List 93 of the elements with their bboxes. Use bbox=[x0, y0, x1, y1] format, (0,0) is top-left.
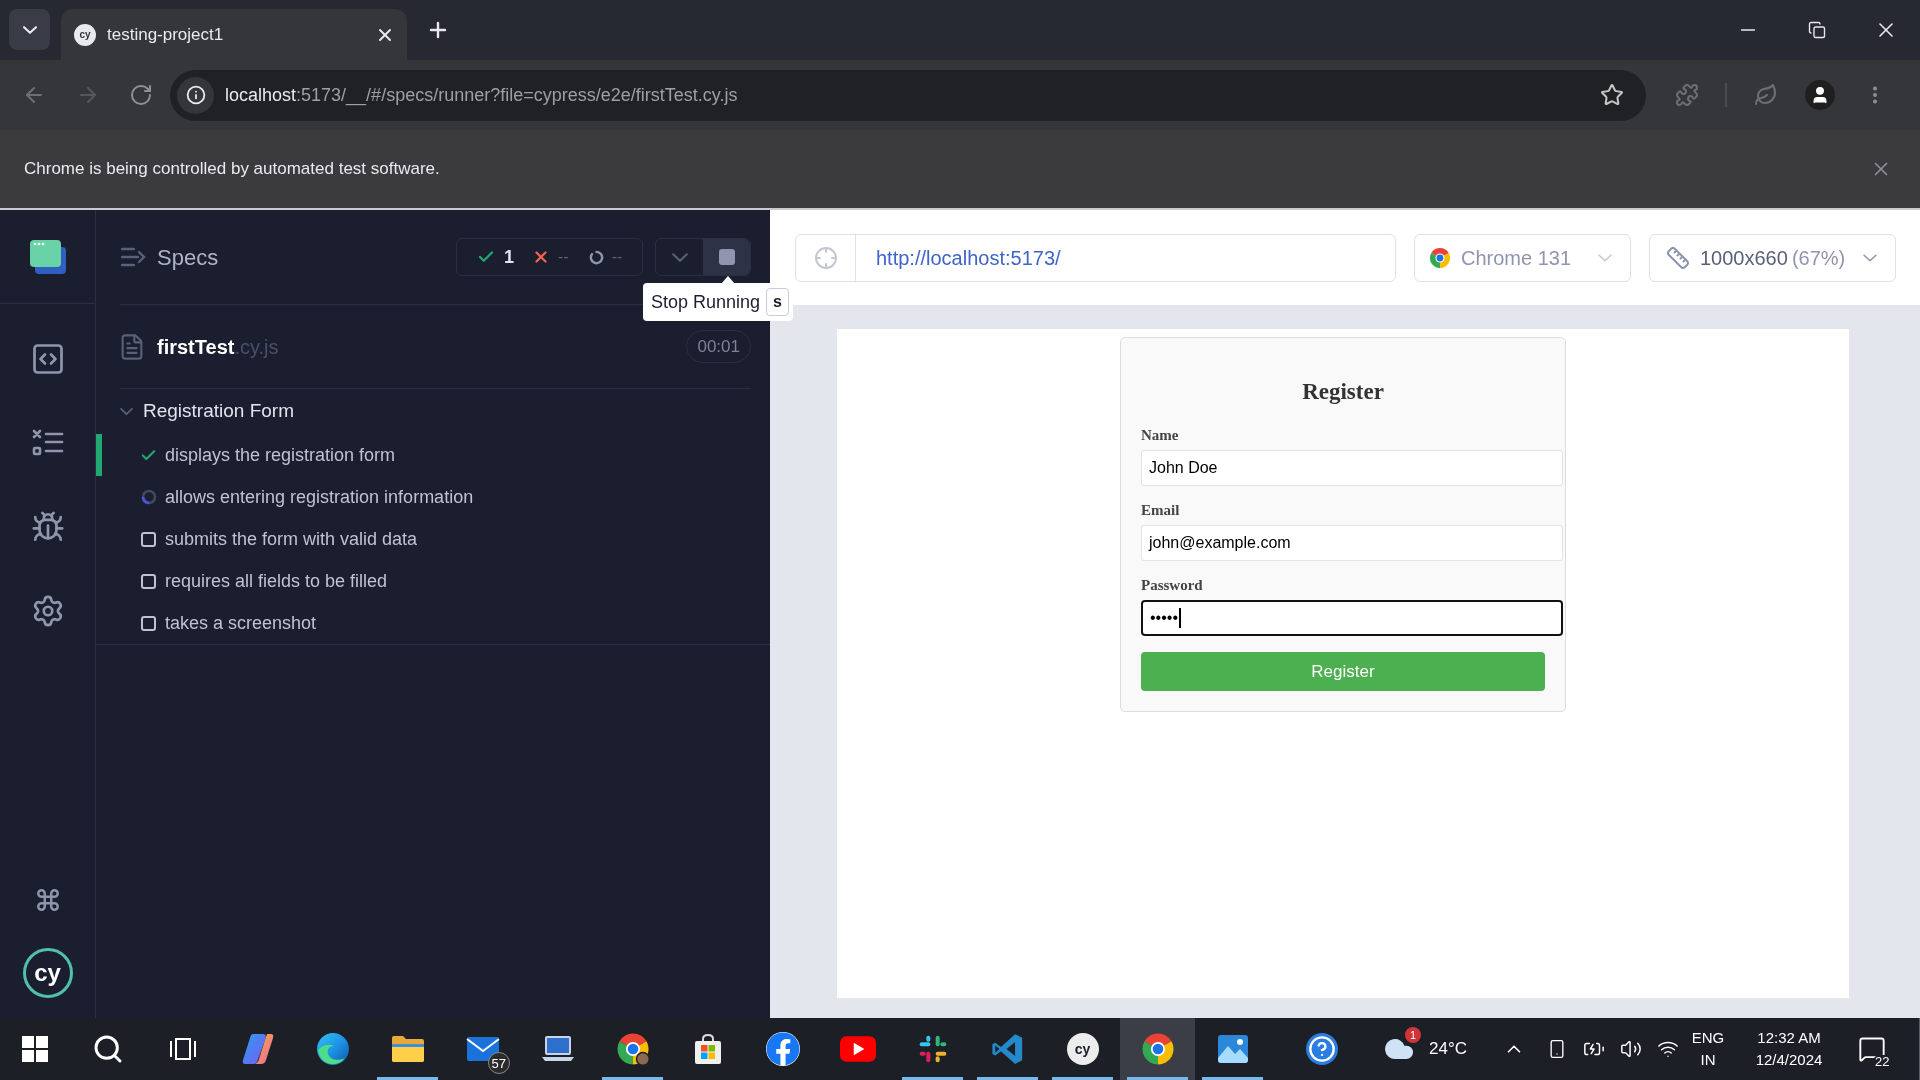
ring-icon bbox=[588, 249, 604, 265]
task-view-icon bbox=[168, 1036, 197, 1062]
input-value: John Doe bbox=[1149, 458, 1218, 478]
address-bar[interactable]: localhost:5173/__/#/specs/runner?file=cypress/e2e/firstTest.cy.js bbox=[170, 69, 1646, 121]
edge-icon bbox=[315, 1032, 350, 1066]
logo-badge[interactable]: cy bbox=[22, 948, 73, 998]
ruler-icon bbox=[1666, 245, 1690, 270]
profile-avatar-icon[interactable] bbox=[1805, 80, 1835, 110]
logo-badge: cy bbox=[1066, 1033, 1099, 1065]
empty-square-icon bbox=[141, 615, 156, 631]
form-title: Register bbox=[1301, 378, 1385, 406]
field-label: Password bbox=[1141, 576, 1204, 594]
clock-date: 12/4/2024 bbox=[1755, 1050, 1823, 1070]
browser-name: Chrome 131 bbox=[1461, 245, 1572, 271]
bookmark-star-icon[interactable] bbox=[1600, 83, 1624, 107]
help-icon[interactable] bbox=[1306, 1033, 1338, 1065]
taskbar-button[interactable]: 57 bbox=[445, 1018, 520, 1080]
url-text: http://localhost:5173/ bbox=[876, 245, 1061, 271]
list-arrow-icon bbox=[120, 246, 146, 268]
windows-logo-icon bbox=[22, 1036, 48, 1062]
text-cursor-icon bbox=[1179, 608, 1181, 628]
tooltip-text: Stop Running bbox=[651, 290, 761, 314]
laptop-icon bbox=[540, 1035, 575, 1063]
url-field[interactable]: http://localhost:5173/ bbox=[795, 233, 1396, 282]
temperature-text: 24°C bbox=[1429, 1038, 1467, 1061]
facebook-icon bbox=[765, 1032, 800, 1066]
stop-button[interactable] bbox=[703, 239, 750, 275]
text-input[interactable]: ••••• bbox=[1141, 600, 1563, 636]
input-value: john@example.com bbox=[1149, 533, 1291, 553]
spinner-icon bbox=[140, 489, 157, 505]
restore-icon[interactable] bbox=[1807, 21, 1826, 39]
field-label: Name bbox=[1141, 426, 1180, 444]
test-title[interactable]: requires all fields to be filled bbox=[165, 567, 388, 595]
shortcut-key: s bbox=[766, 288, 789, 316]
folder-icon bbox=[390, 1035, 425, 1063]
reload-icon[interactable] bbox=[129, 83, 153, 107]
clock[interactable]: 12:32 AM 12/4/2024 bbox=[1730, 1018, 1848, 1080]
test-title[interactable]: takes a screenshot bbox=[165, 609, 317, 637]
taskbar-button[interactable] bbox=[1120, 1018, 1195, 1080]
site-info-icon[interactable] bbox=[177, 76, 214, 114]
taskbar-button[interactable]: cy bbox=[1045, 1018, 1120, 1080]
failed-count: -- bbox=[558, 247, 569, 267]
viewport-select[interactable]: 1000x660 (67%) bbox=[1649, 233, 1896, 282]
count-badge: 57 bbox=[487, 1052, 510, 1074]
cross-icon bbox=[532, 248, 550, 266]
text-input[interactable]: john@example.com bbox=[1141, 525, 1563, 561]
photo-gallery-icon bbox=[1216, 1034, 1249, 1064]
chrome-icon bbox=[1429, 246, 1451, 269]
language-region: IN bbox=[1700, 1050, 1716, 1070]
clock-time: 12:32 AM bbox=[1757, 1028, 1821, 1048]
bug-icon[interactable] bbox=[30, 510, 65, 544]
chevron-down-icon[interactable] bbox=[120, 408, 133, 415]
command-key-icon[interactable] bbox=[34, 887, 61, 913]
chrome-icon bbox=[615, 1032, 650, 1066]
checklist-icon[interactable] bbox=[30, 428, 65, 458]
tab-list-button[interactable] bbox=[9, 9, 50, 50]
text-input[interactable]: John Doe bbox=[1141, 450, 1563, 486]
volume-icon[interactable] bbox=[1619, 1038, 1642, 1060]
language-code: ENG bbox=[1691, 1028, 1725, 1048]
chrome-icon bbox=[1140, 1032, 1175, 1066]
test-title[interactable]: displays the registration form bbox=[165, 441, 396, 469]
url-text: localhost:5173/__/#/specs/runner?file=cypress/e2e/firstTest.cy.js bbox=[225, 83, 738, 108]
chevron-down-icon bbox=[1863, 253, 1877, 262]
chevron-down-icon bbox=[22, 25, 37, 34]
spec-file-name: firstTest.cy.js bbox=[157, 334, 279, 360]
pending-count: -- bbox=[611, 247, 623, 267]
infobar-message: Chrome is being controlled by automated test software. bbox=[24, 158, 440, 181]
panel-title: Specs bbox=[157, 243, 219, 272]
empty-square-icon bbox=[141, 573, 156, 589]
viewport-size: 1000x660 bbox=[1700, 245, 1788, 271]
window-logo-icon[interactable] bbox=[29, 239, 66, 274]
vscode-icon bbox=[990, 1032, 1025, 1066]
weather-badge: 1 bbox=[1405, 1027, 1421, 1043]
logo-badge: cy bbox=[74, 23, 96, 46]
empty-square-icon bbox=[141, 531, 156, 547]
colorful-stripes-icon bbox=[240, 1033, 275, 1065]
viewport-scale: (67%) bbox=[1791, 245, 1846, 271]
field-label: Email bbox=[1141, 501, 1181, 519]
browser-tab[interactable]: cy testing-project1 bbox=[61, 9, 407, 60]
test-title[interactable]: allows entering registration information bbox=[165, 483, 474, 511]
language-indicator[interactable]: ENG IN bbox=[1686, 1018, 1730, 1080]
suite-title: Registration Form bbox=[143, 399, 294, 424]
tab-title: testing-project1 bbox=[107, 23, 224, 46]
youtube-icon bbox=[839, 1036, 876, 1062]
puzzle-icon[interactable] bbox=[1675, 83, 1699, 107]
notification-count: 22 bbox=[1873, 1055, 1892, 1068]
test-title[interactable]: submits the form with valid data bbox=[165, 525, 418, 553]
stop-square-icon bbox=[718, 249, 735, 265]
chevron-down-icon bbox=[671, 252, 688, 262]
input-value: ••••• bbox=[1150, 608, 1178, 628]
leaf-icon[interactable] bbox=[1754, 83, 1778, 107]
passed-count: 1 bbox=[504, 245, 514, 269]
chevron-down-icon bbox=[1598, 253, 1612, 262]
